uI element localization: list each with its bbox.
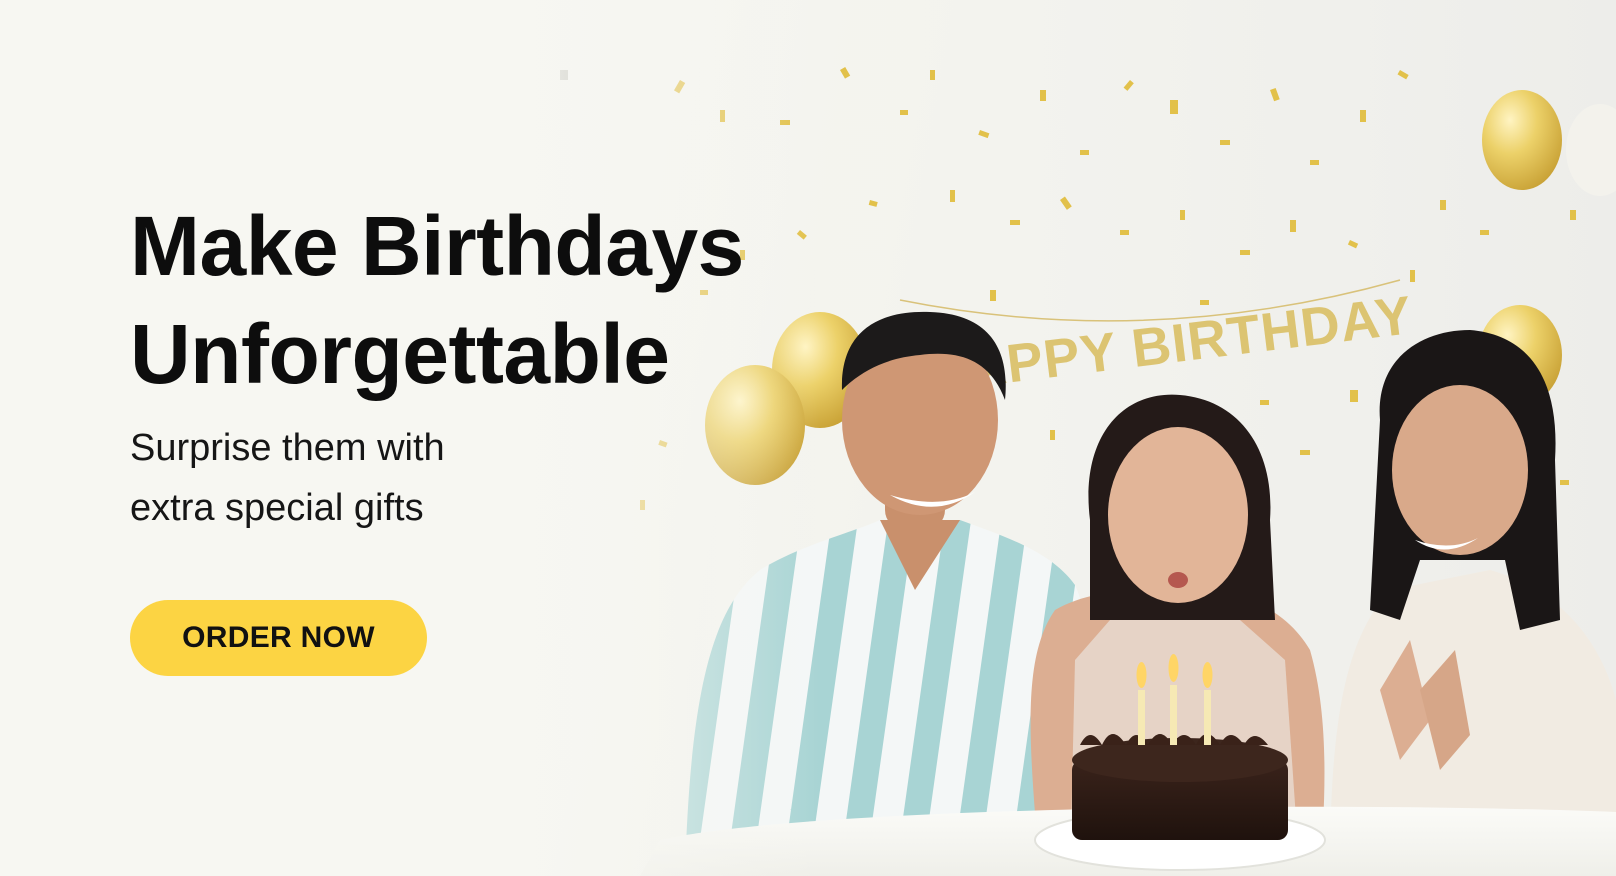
hero-banner: HAPPY BIRTHDAY Make Birthdays Unforgetta…	[0, 0, 1616, 876]
subheadline-line-2: extra special gifts	[130, 487, 424, 529]
chocolate-cake-icon	[1034, 734, 1326, 871]
order-now-button[interactable]: ORDER NOW	[130, 600, 427, 676]
candle-icon	[1204, 690, 1211, 745]
headline-line-2: Unforgettable	[130, 307, 670, 401]
headline-line-1: Make Birthdays	[130, 199, 744, 293]
hero-subheadline: Surprise them with extra special gifts	[130, 418, 570, 538]
balloon-icon	[1482, 90, 1562, 190]
candle-icon	[1138, 690, 1145, 745]
subheadline-line-1: Surprise them with	[130, 427, 445, 469]
candle-icon	[1170, 685, 1177, 745]
hero-headline: Make Birthdays Unforgettable	[130, 192, 890, 408]
